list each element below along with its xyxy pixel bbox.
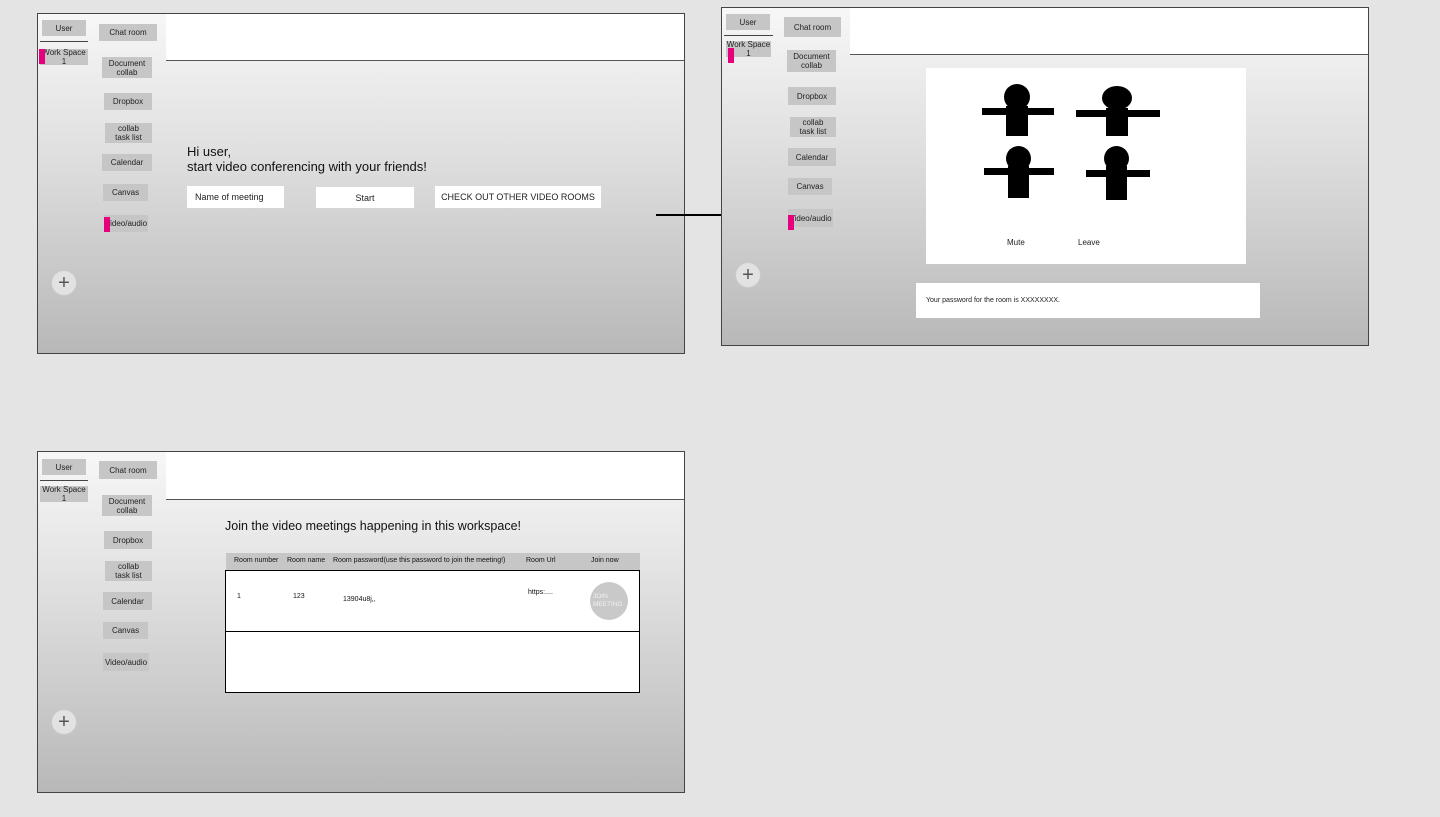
nav-task-list[interactable]: collab task list <box>105 123 152 143</box>
workspace-rail: User Work Space 1 + <box>721 7 776 346</box>
main-panel: Hi user, start video conferencing with y… <box>166 13 685 354</box>
nav-calendar[interactable]: Calendar <box>788 148 836 166</box>
nav-chat-room[interactable]: Chat room <box>99 24 157 41</box>
rooms-heading: Join the video meetings happening in thi… <box>225 519 522 533</box>
frame-start-meeting: User Work Space 1 + Chat room Document c… <box>37 13 685 354</box>
nav-sidebar: Chat room Document collab Dropbox collab… <box>775 7 851 346</box>
start-button[interactable]: Start <box>316 187 414 208</box>
divider <box>40 41 88 42</box>
top-bar <box>166 14 684 61</box>
meeting-name-input[interactable]: Name of meeting <box>187 186 284 208</box>
active-marker <box>104 217 110 232</box>
nav-dropbox[interactable]: Dropbox <box>788 87 836 105</box>
add-workspace-icon[interactable]: + <box>51 709 77 735</box>
nav-task-list[interactable]: collab task list <box>105 561 152 581</box>
nav-dropbox[interactable]: Dropbox <box>104 531 152 549</box>
mute-button[interactable]: Mute <box>1007 238 1025 247</box>
table-row <box>225 632 640 693</box>
main-panel: Mute Leave Your password for the room is… <box>850 7 1369 346</box>
active-marker <box>788 215 794 230</box>
nav-document-collab[interactable]: Document collab <box>787 50 836 72</box>
divider <box>724 35 773 36</box>
nav-video-audio[interactable]: Video/audio <box>788 209 833 227</box>
participant-avatar-icon <box>1086 146 1150 202</box>
nav-task-list[interactable]: collab task list <box>790 117 836 137</box>
table-row: 1 123 13904u8j,, https:.... JOIN MEETING <box>225 570 640 633</box>
nav-video-audio[interactable]: Video/audio <box>104 215 148 232</box>
workspace-rail: User Work Space 1 + <box>37 451 91 793</box>
nav-sidebar: Chat room Document collab Dropbox collab… <box>90 451 167 793</box>
divider <box>40 480 88 481</box>
nav-document-collab[interactable]: Document collab <box>102 57 152 78</box>
column-header: Room number <box>234 557 279 564</box>
leave-button[interactable]: Leave <box>1078 238 1100 247</box>
column-header: Room Url <box>526 557 556 564</box>
room-password: 13904u8j,, <box>343 596 376 603</box>
add-workspace-icon[interactable]: + <box>51 270 77 296</box>
room-number: 1 <box>237 593 241 600</box>
main-panel: Join the video meetings happening in thi… <box>166 451 685 793</box>
nav-dropbox[interactable]: Dropbox <box>104 93 152 110</box>
nav-chat-room[interactable]: Chat room <box>784 17 841 37</box>
join-meeting-button[interactable]: JOIN MEETING <box>590 582 628 620</box>
user-button[interactable]: User <box>726 14 770 30</box>
add-workspace-icon[interactable]: + <box>735 262 761 288</box>
user-button[interactable]: User <box>42 459 86 475</box>
nav-canvas[interactable]: Canvas <box>103 622 148 639</box>
top-bar <box>166 452 684 500</box>
greeting-line-1: Hi user, <box>187 144 232 159</box>
participant-avatar-icon <box>984 146 1054 200</box>
column-header: Room name <box>287 557 326 564</box>
other-rooms-button[interactable]: CHECK OUT OTHER VIDEO ROOMS <box>435 186 601 208</box>
frame-in-call: User Work Space 1 + Chat room Document c… <box>721 7 1369 346</box>
rooms-table-header: Room number Room name Room password(use … <box>226 553 640 570</box>
workspace-button[interactable]: Work Space 1 <box>40 485 88 503</box>
room-password-message: Your password for the room is XXXXXXXX. <box>916 283 1260 318</box>
active-marker <box>728 48 734 63</box>
column-header: Join now <box>591 557 619 564</box>
active-marker <box>39 49 45 64</box>
nav-calendar[interactable]: Calendar <box>103 592 152 610</box>
nav-canvas[interactable]: Canvas <box>788 178 832 195</box>
workspace-button[interactable]: Work Space 1 <box>40 48 88 66</box>
greeting-line-2: start video conferencing with your frien… <box>187 159 427 174</box>
nav-video-audio[interactable]: Video/audio <box>103 653 149 671</box>
nav-document-collab[interactable]: Document collab <box>102 495 152 516</box>
room-name: 123 <box>293 593 305 600</box>
room-url-link[interactable]: https:.... <box>528 589 553 596</box>
top-bar <box>850 8 1368 55</box>
nav-sidebar: Chat room Document collab Dropbox collab… <box>90 13 167 354</box>
participant-avatar-icon <box>1076 86 1160 138</box>
nav-chat-room[interactable]: Chat room <box>99 461 157 479</box>
nav-calendar[interactable]: Calendar <box>102 154 152 171</box>
participant-avatar-icon <box>982 84 1054 138</box>
column-header: Room password(use this password to join … <box>333 557 506 564</box>
user-button[interactable]: User <box>42 20 86 36</box>
workspace-rail: User Work Space 1 + <box>37 13 91 354</box>
video-stage: Mute Leave <box>926 68 1246 264</box>
nav-canvas[interactable]: Canvas <box>103 184 148 201</box>
frame-room-list: User Work Space 1 + Chat room Document c… <box>37 451 685 793</box>
